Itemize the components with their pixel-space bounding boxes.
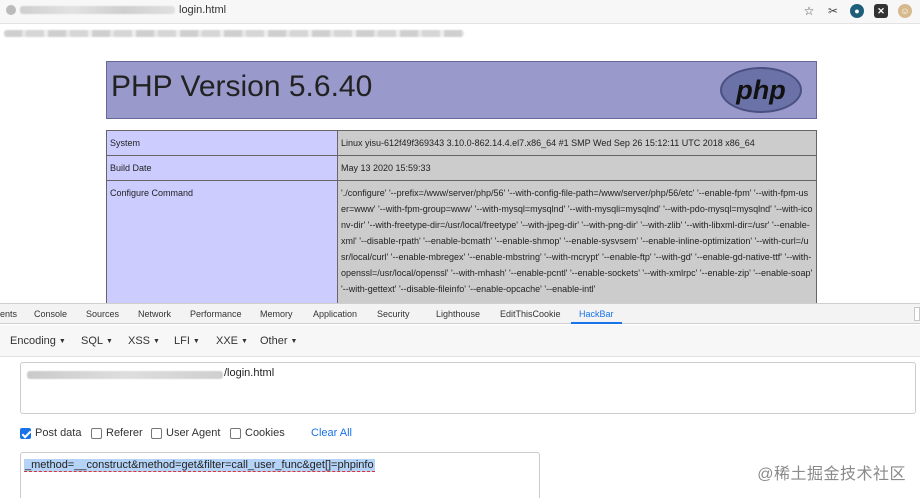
tab-lighthouse[interactable]: Lighthouse: [436, 309, 480, 319]
hackbar-url-input[interactable]: /login.html: [20, 362, 916, 414]
tab-application[interactable]: Application: [313, 309, 357, 319]
cookies-label: Cookies: [245, 427, 285, 439]
tab-console[interactable]: Console: [34, 309, 67, 319]
chevron-down-icon: ▼: [153, 338, 160, 345]
row-value: May 13 2020 15:59:33: [337, 155, 817, 181]
star-icon[interactable]: ☆: [802, 4, 816, 18]
menu-xss-label: XSS: [128, 335, 151, 347]
page-title: PHP Version 5.6.40: [111, 70, 373, 103]
browser-toolbar: login.html ☆ ✂ ● ✕ ☺: [0, 0, 920, 24]
referer-checkbox[interactable]: [91, 427, 102, 439]
tab-security[interactable]: Security: [377, 309, 410, 319]
chevron-down-icon: ▼: [192, 338, 200, 345]
user-agent-checkbox[interactable]: [151, 427, 162, 439]
tab-sources[interactable]: Sources: [86, 309, 119, 319]
url-text: login.html: [179, 4, 227, 16]
tab-memory[interactable]: Memory: [260, 309, 293, 319]
menu-encoding[interactable]: Encoding ▼: [10, 335, 66, 347]
redacted-text-line: [4, 30, 464, 37]
menu-lfi[interactable]: LFI ▼: [174, 335, 200, 347]
referer-option[interactable]: Referer: [91, 427, 143, 439]
menu-encoding-label: Encoding: [10, 335, 56, 347]
chevron-down-icon: ▼: [106, 338, 113, 345]
menu-lfi-label: LFI: [174, 335, 190, 347]
user-agent-option[interactable]: User Agent: [151, 427, 220, 439]
row-key: Build Date: [106, 155, 338, 181]
menu-xss[interactable]: XSS ▼: [128, 335, 160, 347]
cookies-option[interactable]: Cookies: [230, 427, 285, 439]
row-key: System: [106, 130, 338, 156]
menu-sql-label: SQL: [81, 335, 104, 347]
user-agent-label: User Agent: [166, 427, 221, 439]
row-value: Linux yisu-612f49f369343 3.10.0-862.14.4…: [337, 130, 817, 156]
menu-sql[interactable]: SQL ▼: [81, 335, 113, 347]
tab-editthiscookie[interactable]: EditThisCookie: [500, 309, 561, 319]
devtools-tabbar: ents Console Sources Network Performance…: [0, 304, 920, 324]
php-logo-text: php: [736, 75, 786, 105]
post-data-label: Post data: [35, 427, 82, 439]
active-tab-indicator: [571, 322, 622, 324]
extension-icon[interactable]: ●: [850, 4, 864, 18]
menu-other[interactable]: Other ▼: [260, 335, 297, 347]
configure-command-value: './configure' '--prefix=/www/server/php/…: [341, 188, 813, 294]
tab-hackbar[interactable]: HackBar: [579, 309, 614, 319]
phpinfo-header: PHP Version 5.6.40 php: [106, 61, 817, 119]
post-data-checkbox[interactable]: [20, 427, 31, 439]
phpinfo-table: System Linux yisu-612f49f369343 3.10.0-8…: [106, 130, 817, 325]
url-redacted: [20, 6, 175, 14]
table-row: System Linux yisu-612f49f369343 3.10.0-8…: [106, 130, 817, 156]
tab-network[interactable]: Network: [138, 309, 171, 319]
php-logo: php: [720, 67, 802, 113]
site-info-icon[interactable]: [6, 5, 16, 15]
chevron-down-icon: ▼: [241, 338, 248, 345]
chevron-down-icon: ▼: [58, 338, 66, 345]
post-data-text: _method=__construct&method=get&filter=ca…: [24, 459, 375, 472]
url-redacted: [27, 371, 223, 379]
menu-xxe[interactable]: XXE ▼: [216, 335, 248, 347]
table-row: Build Date May 13 2020 15:59:33: [106, 155, 817, 181]
post-data-option[interactable]: Post data: [20, 427, 81, 439]
watermark: @稀土掘金技术社区: [757, 466, 906, 483]
scissors-icon[interactable]: ✂: [826, 4, 840, 18]
clear-all-button[interactable]: Clear All: [311, 427, 352, 439]
post-data-input[interactable]: _method=__construct&method=get&filter=ca…: [20, 452, 540, 498]
extension-icon-avatar[interactable]: ☺: [898, 4, 912, 18]
referer-label: Referer: [106, 427, 143, 439]
hackbar-menu: Encoding ▼ SQL ▼ XSS ▼ LFI ▼ XXE ▼ Other ▼: [0, 325, 920, 357]
devtools-overflow-handle[interactable]: [914, 307, 920, 321]
chevron-down-icon: ▼: [290, 338, 298, 345]
cookies-checkbox[interactable]: [230, 427, 241, 439]
tab-elements[interactable]: ents: [0, 309, 17, 319]
tab-performance[interactable]: Performance: [190, 309, 242, 319]
menu-xxe-label: XXE: [216, 335, 239, 347]
extension-icon-x[interactable]: ✕: [874, 4, 888, 18]
address-bar[interactable]: login.html: [6, 4, 226, 16]
menu-other-label: Other: [260, 335, 288, 347]
url-input-text: /login.html: [224, 367, 275, 379]
